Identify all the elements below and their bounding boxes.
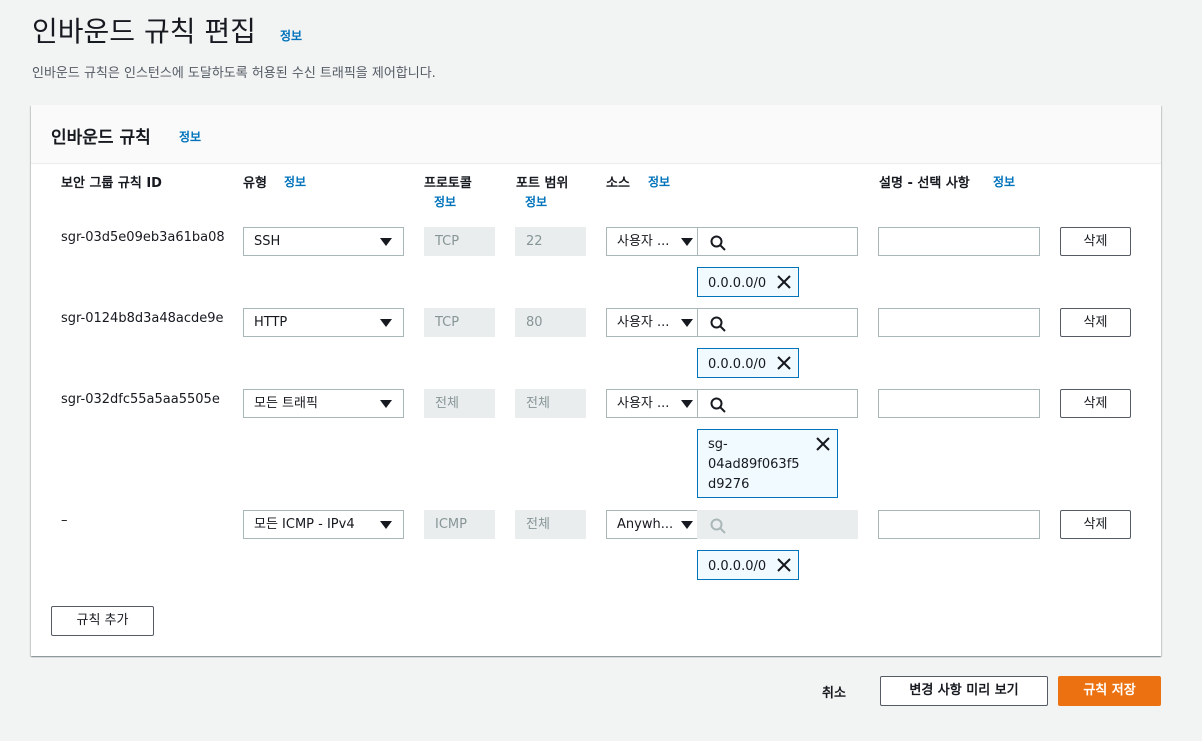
close-icon[interactable]	[776, 557, 792, 573]
port-range-field: 22	[515, 227, 586, 256]
type-select-value: SSH	[254, 234, 281, 249]
caret-down-icon	[681, 319, 693, 327]
add-rule-button[interactable]: 규칙 추가	[51, 606, 154, 636]
source-token: 0.0.0.0/0	[697, 267, 799, 297]
caret-down-icon	[380, 238, 392, 246]
col-port-range: 포트 범위	[516, 176, 569, 191]
source-token: 0.0.0.0/0	[697, 348, 799, 378]
protocol-field: ICMP	[424, 510, 495, 539]
source-type-value: Anywh...	[617, 517, 674, 532]
col-protocol: 프로토콜	[424, 176, 472, 191]
type-select[interactable]: SSH	[243, 227, 404, 256]
type-select[interactable]: HTTP	[243, 308, 404, 337]
col-type: 유형	[243, 176, 267, 191]
close-icon[interactable]	[815, 436, 831, 452]
search-icon	[710, 316, 726, 332]
protocol-field: 전체	[424, 389, 495, 418]
save-rules-button[interactable]: 규칙 저장	[1058, 676, 1161, 706]
close-icon[interactable]	[776, 274, 792, 290]
caret-down-icon	[681, 521, 693, 529]
page-title: 인바운드 규칙 편집	[32, 15, 256, 48]
col-type-info-link[interactable]: 정보	[284, 173, 306, 190]
source-type-select[interactable]: 사용자 ...	[606, 389, 698, 418]
source-token: sg- 04ad89f063f5 d9276	[697, 429, 838, 498]
caret-down-icon	[681, 400, 693, 408]
rule-id: sgr-03d5e09eb3a61ba08	[61, 230, 225, 245]
source-search[interactable]	[697, 389, 858, 418]
col-port-info-link[interactable]: 정보	[525, 193, 547, 210]
col-protocol-info-link[interactable]: 정보	[434, 193, 456, 210]
source-token-label: 0.0.0.0/0	[708, 276, 767, 291]
inbound-rules-panel: 인바운드 규칙 정보 보안 그룹 규칙 ID 유형 정보 프로토콜 정보 포트 …	[31, 105, 1161, 656]
preview-changes-button[interactable]: 변경 사항 미리 보기	[880, 676, 1048, 706]
caret-down-icon	[380, 400, 392, 408]
source-search[interactable]	[697, 227, 858, 256]
source-search[interactable]	[697, 308, 858, 337]
source-type-select[interactable]: Anywh...	[606, 510, 698, 539]
caret-down-icon	[380, 319, 392, 327]
source-token: 0.0.0.0/0	[697, 550, 799, 580]
description-input[interactable]	[878, 227, 1040, 256]
delete-button[interactable]: 삭제	[1060, 227, 1131, 256]
type-select-value: 모든 트래픽	[254, 396, 318, 411]
panel-title: 인바운드 규칙	[51, 128, 151, 148]
type-select-value: 모든 ICMP - IPv4	[254, 517, 355, 532]
col-source: 소스	[606, 176, 630, 191]
col-rule-id: 보안 그룹 규칙 ID	[61, 176, 162, 191]
page-info-link[interactable]: 정보	[280, 27, 302, 44]
col-description: 설명 - 선택 사항	[879, 176, 970, 191]
close-icon[interactable]	[776, 355, 792, 371]
rule-id: –	[61, 513, 68, 528]
source-type-value: 사용자 ...	[617, 396, 670, 411]
delete-button[interactable]: 삭제	[1060, 389, 1131, 418]
caret-down-icon	[681, 238, 693, 246]
col-description-info-link[interactable]: 정보	[993, 173, 1015, 190]
description-input[interactable]	[878, 389, 1040, 418]
source-type-select[interactable]: 사용자 ...	[606, 227, 698, 256]
caret-down-icon	[380, 521, 392, 529]
delete-button[interactable]: 삭제	[1060, 308, 1131, 337]
col-source-info-link[interactable]: 정보	[648, 173, 670, 190]
type-select[interactable]: 모든 트래픽	[243, 389, 404, 418]
source-type-value: 사용자 ...	[617, 234, 670, 249]
port-range-field: 전체	[515, 510, 586, 539]
panel-info-link[interactable]: 정보	[179, 128, 201, 145]
source-type-select[interactable]: 사용자 ...	[606, 308, 698, 337]
page-description: 인바운드 규칙은 인스턴스에 도달하도록 허용된 수신 트래픽을 제어합니다.	[32, 66, 436, 81]
search-icon	[710, 518, 726, 534]
type-select[interactable]: 모든 ICMP - IPv4	[243, 510, 404, 539]
search-icon	[710, 397, 726, 413]
source-token-label: 0.0.0.0/0	[708, 559, 767, 574]
type-select-value: HTTP	[254, 315, 288, 330]
source-token-label: sg- 04ad89f063f5 d9276	[708, 437, 800, 492]
source-search	[697, 510, 858, 539]
description-input[interactable]	[878, 308, 1040, 337]
search-icon	[710, 235, 726, 251]
rule-id: sgr-0124b8d3a48acde9e	[61, 311, 224, 326]
description-input[interactable]	[878, 510, 1040, 539]
source-type-value: 사용자 ...	[617, 315, 670, 330]
delete-button[interactable]: 삭제	[1060, 510, 1131, 539]
protocol-field: TCP	[424, 227, 495, 256]
port-range-field: 전체	[515, 389, 586, 418]
port-range-field: 80	[515, 308, 586, 337]
cancel-button[interactable]: 취소	[822, 682, 846, 701]
source-token-label: 0.0.0.0/0	[708, 357, 767, 372]
protocol-field: TCP	[424, 308, 495, 337]
rule-id: sgr-032dfc55a5aa5505e	[61, 392, 220, 407]
